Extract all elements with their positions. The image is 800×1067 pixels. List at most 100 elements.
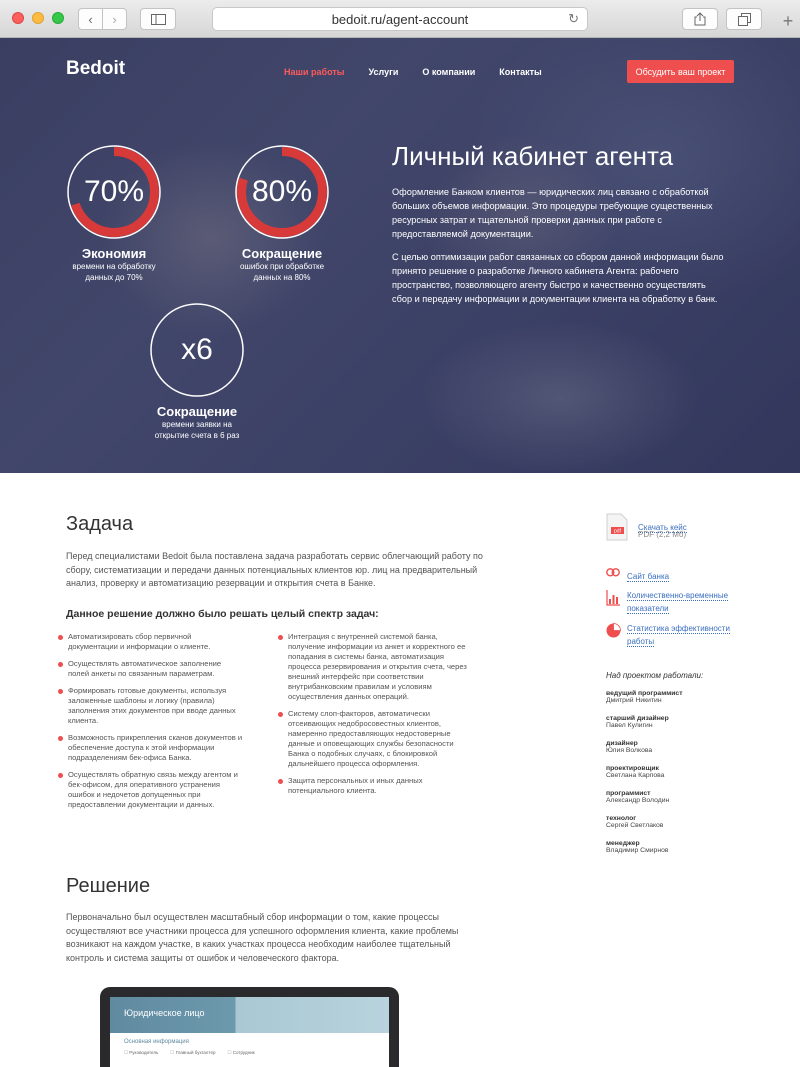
stat-subtitle-line2: открытие счета в 6 раз (154, 431, 240, 440)
solution-heading: Решение (66, 875, 151, 897)
stat-title: Сокращение (241, 246, 323, 261)
sidebar-link-label[interactable]: Количественно-временные показатели (627, 591, 729, 614)
team-role: программист (606, 790, 651, 797)
list-item: Формировать готовые документы, используя… (58, 686, 243, 726)
team-member: проектировщик Светлана Карпова (606, 765, 746, 790)
form-option[interactable]: Главный бухгалтер (170, 1050, 216, 1056)
forward-button[interactable]: › (102, 8, 127, 30)
form-title: Юридическое лицо (124, 1008, 205, 1018)
stat-value: 80% (251, 175, 313, 208)
nav-item-about[interactable]: О компании (422, 67, 475, 77)
page-title: Личный кабинет агента (392, 141, 674, 171)
stat-errors: 80% (234, 144, 330, 245)
chevron-left-icon: ‹ (88, 11, 93, 27)
stat-errors-caption: Сокращение ошибок при обработке данных н… (220, 246, 344, 283)
nav-item-services[interactable]: Услуги (368, 67, 398, 77)
team-role: менеджер (606, 840, 640, 847)
url-text: bedoit.ru/agent-account (331, 11, 469, 27)
team-name: Юлия Волкова (606, 747, 653, 754)
zoom-window-button[interactable] (52, 12, 64, 24)
laptop-screen: Юридическое лицо Основная информация Рук… (110, 997, 389, 1067)
share-button[interactable] (682, 8, 718, 30)
nav-item-works[interactable]: Наши работы (284, 67, 344, 77)
close-window-button[interactable] (12, 12, 24, 24)
list-item: Систему слоп-факторов, автоматически отс… (278, 709, 468, 769)
share-icon (694, 12, 706, 26)
minimize-window-button[interactable] (32, 12, 44, 24)
team-role: старший дизайнер (606, 715, 669, 722)
pie-chart-icon (606, 623, 621, 638)
team-list: ведущий программист Дмитрий Никитин старш… (606, 690, 746, 865)
stat-subtitle-line1: ошибок при обработке (239, 262, 325, 271)
main-nav: Наши работы Услуги О компании Контакты (284, 67, 566, 77)
list-item: Осуществлять обратную связь между агенто… (58, 770, 243, 810)
sidebar-link-label[interactable]: Статистика эффективности работы (627, 624, 730, 647)
stat-value: x6 (181, 333, 213, 366)
list-item: Автоматизировать сбор первичной документ… (58, 632, 243, 652)
team-member: программист Александр Володин (606, 790, 746, 815)
solution-description: Первоначально был осуществлен масштабный… (66, 912, 459, 963)
team-role: технолог (606, 815, 637, 822)
team-role: дизайнер (606, 740, 638, 747)
list-item: Защита персональных и иных данных потенц… (278, 776, 468, 796)
task-list-left: Автоматизировать сбор первичной документ… (58, 632, 243, 817)
pdf-badge: pdf (614, 529, 622, 535)
address-bar[interactable]: bedoit.ru/agent-account ↻ (212, 7, 588, 31)
hero-paragraph-2: С целью оптимизации работ связанных со с… (392, 252, 724, 304)
sidebar-toggle-button[interactable] (140, 8, 176, 30)
laptop-mockup: Юридическое лицо Основная информация Рук… (100, 987, 399, 1067)
team-name: Дмитрий Никитин (606, 697, 662, 704)
discuss-project-button[interactable]: Обсудить ваш проект (627, 60, 734, 83)
stat-title: Экономия (81, 246, 147, 261)
stat-subtitle-line2: данных на 80% (253, 273, 311, 282)
stat-title: Сокращение (156, 404, 238, 419)
file-meta: PDF (2,2 Мб) (638, 530, 687, 539)
sidebar-link-label[interactable]: Сайт банка (627, 572, 670, 582)
list-item: Возможность прикрепления сканов документ… (58, 733, 243, 763)
stat-speed-caption: Сокращение времени заявки на открытие сч… (135, 404, 259, 441)
task-description: Перед специалистами Bedoit была поставле… (66, 551, 483, 588)
task-list-right: Интеграция с внутренней системой банка, … (278, 632, 468, 803)
stat-subtitle-line1: времени на обработку (72, 262, 156, 271)
team-role: ведущий программист (606, 690, 683, 697)
list-item: Осуществлять автоматическое заполнение п… (58, 659, 243, 679)
new-tab-button[interactable]: + (776, 10, 800, 34)
bar-chart-icon (606, 590, 620, 606)
team-member: старший дизайнер Павел Кулигин (606, 715, 746, 740)
team-role: проектировщик (606, 765, 659, 772)
form-option[interactable]: Руководитель (124, 1050, 158, 1056)
team-name: Сергей Светлаков (606, 822, 664, 829)
pdf-file-icon: pdf (606, 513, 628, 541)
task-subheading: Данное решение должно было решать целый … (66, 608, 379, 620)
stat-speed: x6 (149, 302, 245, 403)
reload-icon[interactable]: ↻ (568, 11, 579, 27)
form-header: Юридическое лицо (110, 997, 389, 1033)
stat-value: 70% (83, 175, 145, 208)
team-member: дизайнер Юлия Волкова (606, 740, 746, 765)
link-icon (606, 568, 620, 577)
team-name: Светлана Карпова (606, 772, 665, 779)
team-member: ведущий программист Дмитрий Никитин (606, 690, 746, 715)
team-name: Александр Володин (606, 797, 670, 804)
browser-toolbar: ‹ › bedoit.ru/agent-account ↻ + (0, 0, 800, 38)
tabs-overview-button[interactable] (726, 8, 762, 30)
team-heading: Над проектом работали: (606, 671, 704, 680)
hero-section: Bedoit Наши работы Услуги О компании Кон… (0, 38, 800, 473)
tabs-icon (737, 12, 751, 26)
team-member: менеджер Владимир Смирнов (606, 840, 746, 865)
stat-subtitle-line1: времени заявки на (162, 420, 232, 429)
back-button[interactable]: ‹ (78, 8, 103, 30)
hero-paragraph-1: Оформление Банком клиентов — юридических… (392, 187, 713, 239)
stat-economy-caption: Экономия времени на обработку данных до … (52, 246, 176, 283)
stat-subtitle-line2: данных до 70% (85, 273, 143, 282)
task-heading: Задача (66, 513, 134, 535)
stat-economy: 70% (66, 144, 162, 245)
list-item: Интеграция с внутренней системой банка, … (278, 632, 468, 702)
form-option[interactable]: Сотрудник (227, 1050, 255, 1056)
nav-item-contacts[interactable]: Контакты (499, 67, 541, 77)
team-name: Павел Кулигин (606, 722, 653, 729)
team-member: технолог Сергей Светлаков (606, 815, 746, 840)
form-section-title: Основная информация (124, 1039, 189, 1045)
logo[interactable]: Bedoit (66, 58, 125, 80)
sidebar-icon (150, 13, 166, 25)
